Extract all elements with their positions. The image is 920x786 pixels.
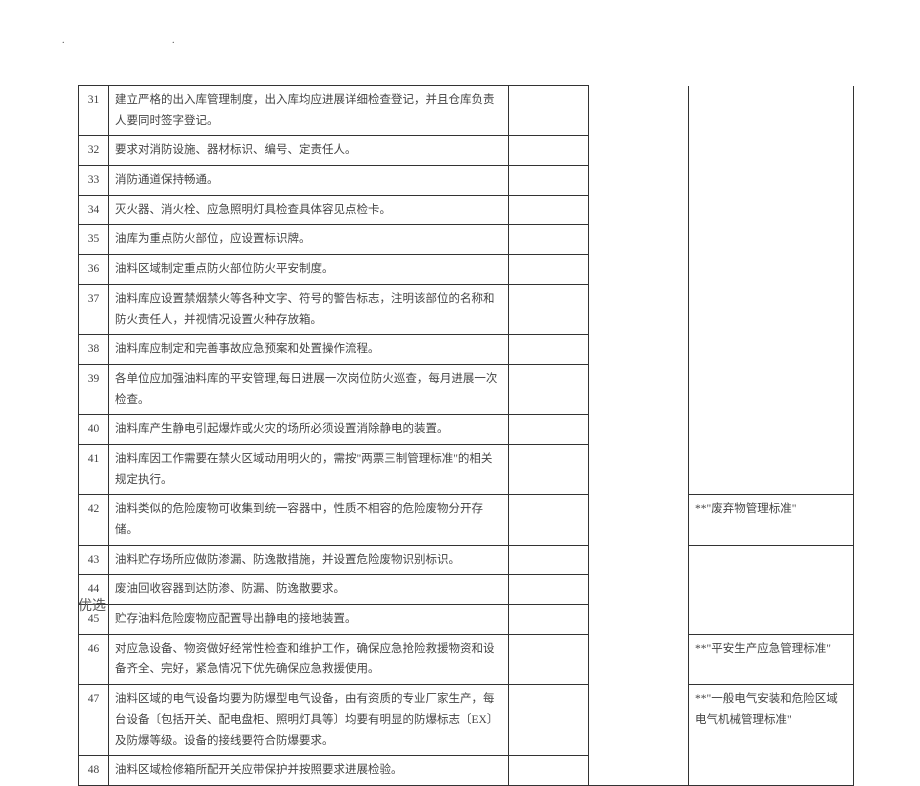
row-description: 油料贮存场所应做防渗漏、防逸散措施，并设置危险废物识别标识。 xyxy=(109,545,509,575)
row-description: 要求对消防设施、器材标识、编号、定责任人。 xyxy=(109,136,509,166)
row-col-a xyxy=(509,545,589,575)
table-row: 42油料类似的危险废物可收集到统一容器中，性质不相容的危险废物分开存储。 **"废… xyxy=(79,495,854,545)
row-number: 35 xyxy=(79,225,109,255)
row-number: 36 xyxy=(79,255,109,285)
row-col-a xyxy=(509,444,589,494)
row-description: 油料库应制定和完善事故应急预案和处置操作流程。 xyxy=(109,335,509,365)
row-col-a xyxy=(509,166,589,196)
row-description: 废油回收容器到达防渗、防漏、防逸散要求。 xyxy=(109,575,509,605)
row-col-a xyxy=(509,86,589,136)
row-number: 40 xyxy=(79,415,109,445)
row-col-a xyxy=(509,284,589,334)
row-col-a xyxy=(509,495,589,545)
row-number: 42 xyxy=(79,495,109,545)
row-description: 油料库因工作需要在禁火区域动用明火的，需按"两票三制管理标准"的相关规定执行。 xyxy=(109,444,509,494)
row-col-a xyxy=(509,415,589,445)
row-col-a xyxy=(509,195,589,225)
row-description: 灭火器、消火栓、应急照明灯具检查具体容见点检卡。 xyxy=(109,195,509,225)
row-description: 各单位应加强油料库的平安管理,每日进展一次岗位防火巡查，每月进展一次检查。 xyxy=(109,364,509,414)
row-col-a xyxy=(509,685,589,756)
row-description: 油库为重点防火部位，应设置标识牌。 xyxy=(109,225,509,255)
row-note xyxy=(689,545,854,634)
row-col-a xyxy=(509,225,589,255)
row-col-a xyxy=(509,136,589,166)
row-number: 41 xyxy=(79,444,109,494)
row-number: 38 xyxy=(79,335,109,365)
row-number: 33 xyxy=(79,166,109,196)
row-col-a xyxy=(509,605,589,635)
row-number: 39 xyxy=(79,364,109,414)
header-dot-2: . xyxy=(172,35,175,46)
row-col-a xyxy=(509,634,589,684)
row-description: 油料区域的电气设备均要为防爆型电气设备，由有资质的专业厂家生产，每台设备〔包括开… xyxy=(109,685,509,756)
row-number: 43 xyxy=(79,545,109,575)
row-description: 贮存油料危险废物应配置导出静电的接地装置。 xyxy=(109,605,509,635)
table-row: 46对应急设备、物资做好经常性检查和维护工作，确保应急抢险救援物资和设备齐全、完… xyxy=(79,634,854,684)
row-col-a xyxy=(509,335,589,365)
row-number: 34 xyxy=(79,195,109,225)
row-col-b-merged xyxy=(589,86,689,786)
table-row: 43油料贮存场所应做防渗漏、防逸散措施，并设置危险废物识别标识。 xyxy=(79,545,854,575)
table-container: 31建立严格的出入库管理制度，出入库均应进展详细检查登记，并且仓库负责人要同时签… xyxy=(78,85,853,786)
row-number: 47 xyxy=(79,685,109,756)
row-description: 油料类似的危险废物可收集到统一容器中，性质不相容的危险废物分开存储。 xyxy=(109,495,509,545)
header-dot-1: . xyxy=(62,35,65,46)
row-col-a xyxy=(509,364,589,414)
row-note: **"废弃物管理标准" xyxy=(689,495,854,545)
row-number: 46 xyxy=(79,634,109,684)
row-note xyxy=(689,86,854,495)
row-number: 32 xyxy=(79,136,109,166)
row-description: 油料库应设置禁烟禁火等各种文字、符号的警告标志，注明该部位的名称和防火责任人，并… xyxy=(109,284,509,334)
row-description: 油料区域检修箱所配开关应带保护并按照要求进展检验。 xyxy=(109,756,509,786)
row-description: 消防通道保持畅通。 xyxy=(109,166,509,196)
regulation-table: 31建立严格的出入库管理制度，出入库均应进展详细检查登记，并且仓库负责人要同时签… xyxy=(78,85,854,786)
table-row: 47油料区域的电气设备均要为防爆型电气设备，由有资质的专业厂家生产，每台设备〔包… xyxy=(79,685,854,756)
row-col-a xyxy=(509,756,589,786)
row-description: 油料区域制定重点防火部位防火平安制度。 xyxy=(109,255,509,285)
row-col-a xyxy=(509,575,589,605)
row-note: **"一般电气安装和危险区域电气机械管理标准" xyxy=(689,685,854,786)
footer-text: 优选 xyxy=(78,595,106,615)
row-note: **"平安生产应急管理标准" xyxy=(689,634,854,684)
row-number: 37 xyxy=(79,284,109,334)
row-col-a xyxy=(509,255,589,285)
row-description: 油料库产生静电引起爆炸或火灾的场所必须设置消除静电的装置。 xyxy=(109,415,509,445)
table-row: 31建立严格的出入库管理制度，出入库均应进展详细检查登记，并且仓库负责人要同时签… xyxy=(79,86,854,136)
row-number: 31 xyxy=(79,86,109,136)
row-number: 48 xyxy=(79,756,109,786)
row-description: 对应急设备、物资做好经常性检查和维护工作，确保应急抢险救援物资和设备齐全、完好，… xyxy=(109,634,509,684)
row-description: 建立严格的出入库管理制度，出入库均应进展详细检查登记，并且仓库负责人要同时签字登… xyxy=(109,86,509,136)
